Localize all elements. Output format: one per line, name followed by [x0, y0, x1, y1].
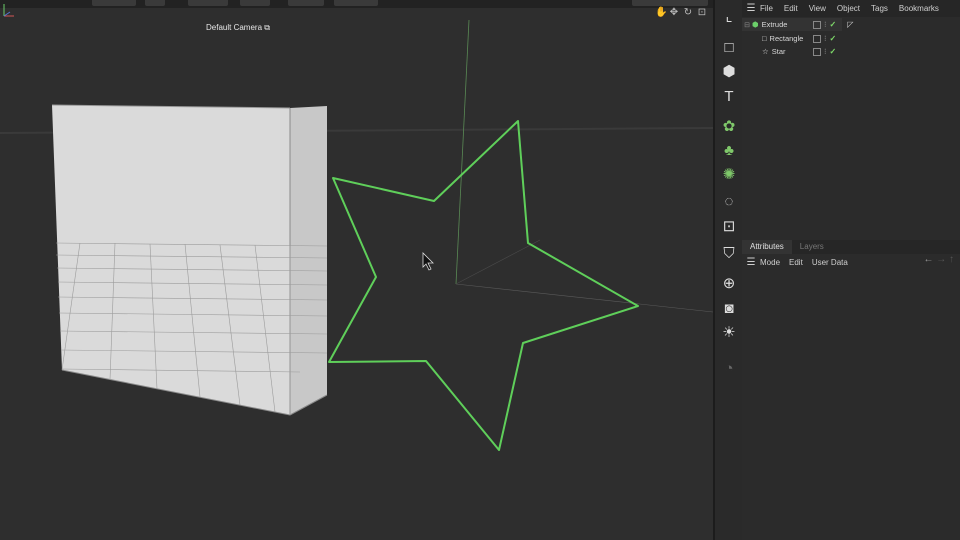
x-axis-line — [455, 283, 713, 313]
editor-visibility-icon[interactable] — [813, 47, 821, 56]
attributes-tabbar: Attributes Layers — [742, 240, 960, 254]
object-tags: ⁝ ✓ — [813, 32, 836, 45]
object-name: Star — [771, 47, 786, 56]
tab-attributes[interactable]: Attributes — [742, 240, 792, 254]
cube-primitive-icon[interactable]: □ — [719, 37, 739, 57]
mograph-icon[interactable]: ⛉ — [719, 243, 739, 263]
object-manager-menu: ☰ File Edit View Object Tags Bookmarks — [742, 0, 960, 17]
enabled-check-icon[interactable]: ✓ — [830, 20, 837, 29]
object-name: Extrude — [761, 20, 788, 29]
back-arrow-icon[interactable]: ← — [923, 254, 933, 265]
up-arrow-icon[interactable]: ↑ — [949, 254, 954, 265]
menu-view[interactable]: View — [809, 4, 826, 13]
menu-hamburger-icon[interactable]: ☰ — [742, 257, 760, 268]
environment-icon[interactable]: ⊕ — [719, 273, 739, 293]
phong-tag-icon[interactable]: ◸ — [847, 20, 853, 29]
dots-icon[interactable]: ⁝ — [824, 34, 827, 43]
menu-object[interactable]: Object — [837, 4, 860, 13]
maximize-icon[interactable]: ⊡ — [697, 7, 707, 18]
menu-file[interactable]: File — [760, 4, 773, 13]
history-nav: ← → ↑ — [923, 254, 954, 265]
forward-arrow-icon[interactable]: → — [936, 254, 946, 265]
cube-object-icon[interactable]: ⬢ — [719, 61, 739, 81]
camera-icon[interactable]: ◙ — [719, 298, 739, 318]
menu-hamburger-icon[interactable]: ☰ — [742, 3, 760, 14]
star-spline — [328, 120, 639, 451]
tab-layers[interactable]: Layers — [792, 240, 832, 254]
render-icon[interactable]: ◔ — [719, 358, 739, 378]
command-palette: ⌞ □ ⬢ T ✿ ♣ ✺ ◌ ⊡ ⛉ ⊕ ◙ ☀ ◔ — [715, 0, 742, 540]
z-axis-line — [455, 239, 541, 285]
select-tool-icon[interactable]: ⌞ — [719, 6, 739, 26]
menu-mode[interactable]: Mode — [760, 258, 780, 267]
camera-options-icon[interactable]: ⧉ — [264, 23, 270, 32]
expand-icon[interactable]: ⊟ — [742, 21, 752, 29]
field-icon[interactable]: ◌ — [719, 191, 739, 211]
extruded-cube — [51, 104, 328, 416]
right-panel: ☰ File Edit View Object Tags Bookmarks ⊟… — [742, 0, 960, 540]
object-name: Rectangle — [769, 34, 804, 43]
object-row-rectangle[interactable]: □ Rectangle ⁝ ✓ — [742, 32, 842, 45]
effector-icon[interactable]: ⊡ — [719, 216, 739, 236]
object-row-star[interactable]: ☆ Star ⁝ ✓ — [742, 45, 842, 58]
attributes-menu: ☰ Mode Edit User Data ← → ↑ — [742, 254, 960, 270]
editor-visibility-icon[interactable] — [813, 20, 821, 29]
enabled-check-icon[interactable]: ✓ — [830, 47, 837, 56]
object-tags: ⁝ ✓ ◸ — [813, 18, 853, 31]
menu-edit[interactable]: Edit — [789, 258, 803, 267]
object-row-extrude[interactable]: ⊟ ⬢ Extrude ⁝ ✓ ◸ — [742, 18, 853, 31]
menu-edit[interactable]: Edit — [784, 4, 798, 13]
object-tags: ⁝ ✓ — [813, 45, 836, 58]
rectangle-spline-icon: □ — [762, 34, 767, 43]
camera-label[interactable]: Default Camera ⧉ — [206, 23, 270, 33]
menu-tags[interactable]: Tags — [871, 4, 888, 13]
dots-icon[interactable]: ⁝ — [824, 20, 827, 29]
text-spline-icon[interactable]: T — [719, 86, 739, 106]
view-navigation-icons: ✋ ✥ ↻ ⊡ — [655, 7, 707, 18]
extrude-icon: ⬢ — [752, 20, 759, 29]
star-spline-icon: ☆ — [762, 47, 769, 56]
cloner-icon[interactable]: ♣ — [719, 140, 739, 160]
menu-bookmarks[interactable]: Bookmarks — [899, 4, 939, 13]
mouse-cursor — [422, 252, 434, 271]
3d-viewport[interactable]: Default Camera ⧉ ✋ ✥ ↻ ⊡ — [0, 0, 713, 540]
move-icon[interactable]: ✥ — [669, 7, 679, 18]
menu-user-data[interactable]: User Data — [812, 258, 848, 267]
y-axis-line — [455, 19, 470, 285]
generator-icon[interactable]: ✿ — [719, 116, 739, 136]
deformer-icon[interactable]: ✺ — [719, 164, 739, 184]
enabled-check-icon[interactable]: ✓ — [830, 34, 837, 43]
editor-visibility-icon[interactable] — [813, 34, 821, 43]
dots-icon[interactable]: ⁝ — [824, 47, 827, 56]
rotate-icon[interactable]: ↻ — [683, 7, 693, 18]
axis-gizmo — [3, 4, 14, 17]
hand-pan-icon[interactable]: ✋ — [655, 7, 667, 18]
viewport-canvas — [0, 19, 713, 451]
light-icon[interactable]: ☀ — [719, 322, 739, 342]
